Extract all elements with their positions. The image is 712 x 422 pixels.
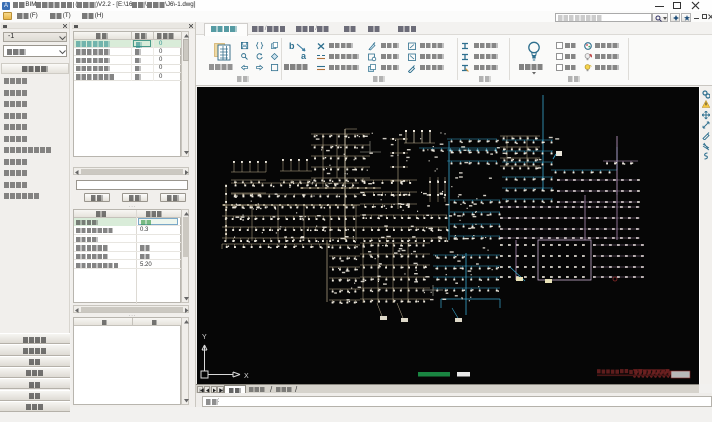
svg-text:Y: Y bbox=[202, 334, 207, 341]
svg-text:X: X bbox=[244, 373, 249, 380]
